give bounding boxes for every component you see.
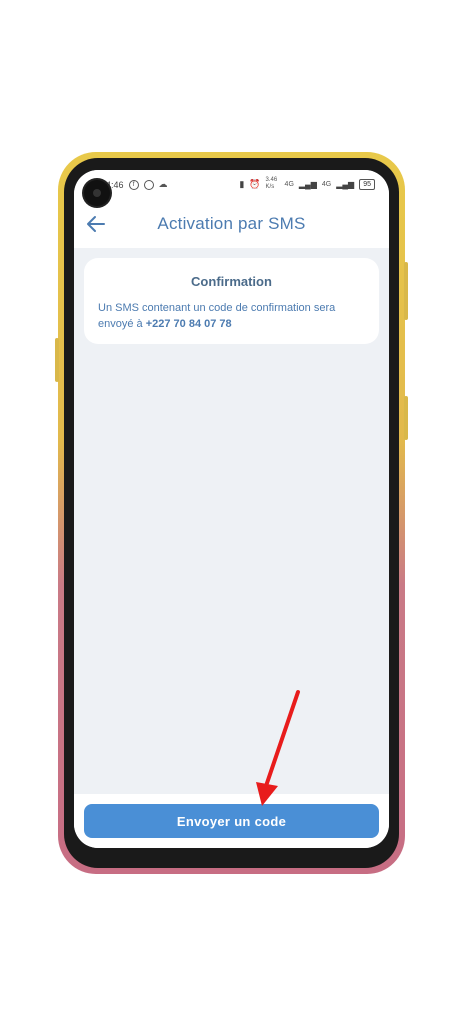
vibrate-icon: ▮ (239, 178, 245, 189)
card-title: Confirmation (191, 274, 272, 289)
network-speed: 3.46 K/s (265, 177, 278, 190)
whatsapp-icon (143, 179, 154, 190)
side-button (404, 396, 408, 440)
cloud-icon: ☁ (158, 179, 168, 189)
screen: 4:46 f ☁ ▮ ⏰ 3.46 K/s 4G ▂▄▆ 4G ▂▄▆ 95 A… (74, 170, 389, 848)
app-bar: Activation par SMS (74, 200, 389, 248)
front-camera (84, 180, 110, 206)
alarm-icon: ⏰ (249, 178, 261, 189)
network-type-2: 4G (321, 180, 332, 188)
network-type-1: 4G (284, 180, 294, 188)
status-left: 4:46 f ☁ (106, 179, 168, 190)
confirmation-card: Confirmation Un SMS contenant un code de… (84, 258, 379, 344)
side-button (404, 262, 408, 320)
status-bar: 4:46 f ☁ ▮ ⏰ 3.46 K/s 4G ▂▄▆ 4G ▂▄▆ 95 (74, 170, 389, 200)
phone-number: +227 70 84 07 78 (145, 318, 232, 330)
signal-icon: ▂▄▆ (336, 179, 355, 189)
signal-icon: ▂▄▆ (298, 179, 317, 189)
facebook-icon: f (128, 179, 139, 190)
annotation-arrow-icon (256, 690, 300, 806)
bottom-action-panel: Envoyer un code (74, 794, 389, 848)
side-button (55, 338, 59, 382)
page-title: Activation par SMS (157, 214, 306, 233)
card-message: Un SMS contenant un code de confirmation… (98, 300, 368, 332)
status-right: ▮ ⏰ 3.46 K/s 4G ▂▄▆ 4G ▂▄▆ 95 (239, 177, 375, 191)
send-code-button[interactable]: Envoyer un code (84, 804, 379, 838)
camera-lens (93, 189, 101, 197)
battery-icon: 95 (359, 178, 375, 190)
